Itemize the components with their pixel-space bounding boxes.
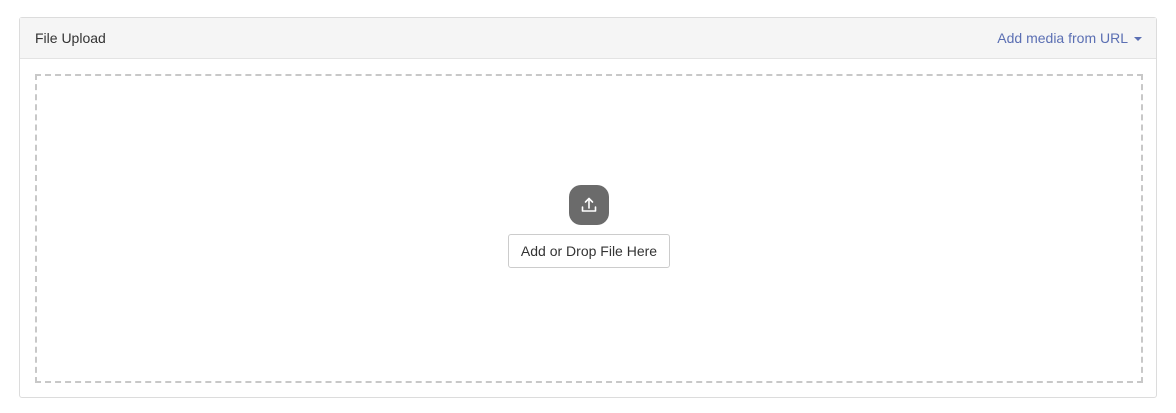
caret-down-icon — [1134, 37, 1142, 41]
upload-icon[interactable] — [569, 185, 609, 225]
panel-title: File Upload — [35, 30, 106, 46]
panel-header: File Upload Add media from URL — [20, 18, 1156, 59]
add-media-from-url-dropdown[interactable]: Add media from URL — [997, 30, 1142, 46]
file-upload-panel: File Upload Add media from URL Add or Dr… — [19, 17, 1157, 398]
file-dropzone[interactable]: Add or Drop File Here — [35, 74, 1143, 383]
add-or-drop-file-button[interactable]: Add or Drop File Here — [507, 234, 671, 268]
add-media-from-url-label: Add media from URL — [997, 30, 1128, 46]
